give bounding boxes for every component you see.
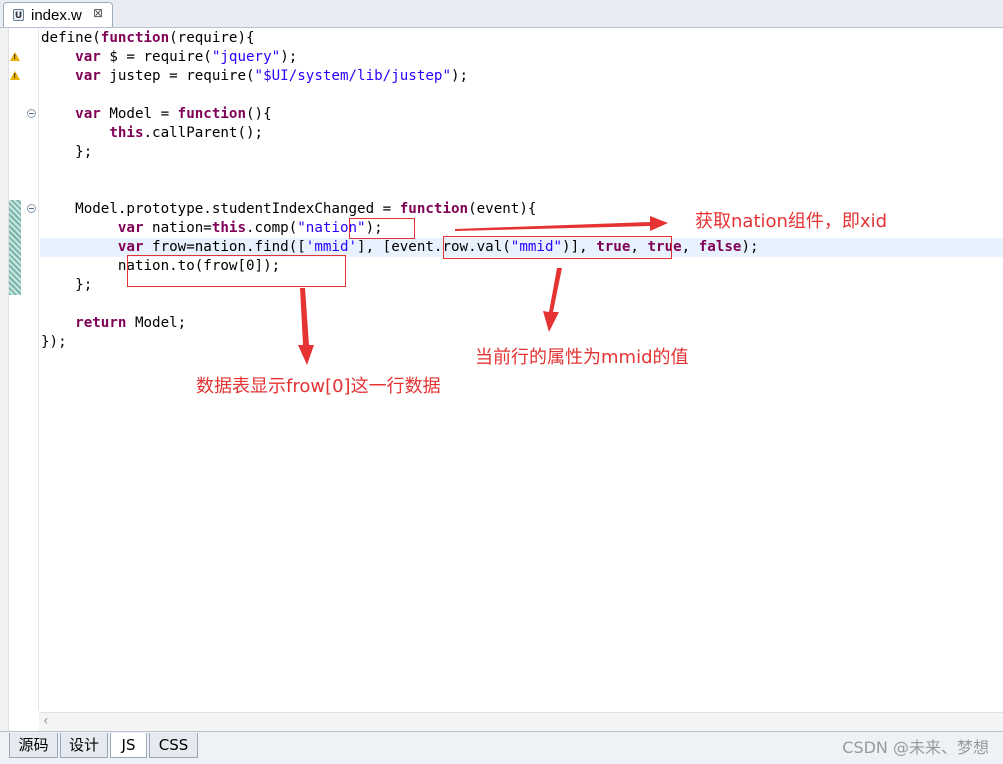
annotation-frow-note: 数据表显示frow[0]这一行数据 xyxy=(196,376,441,397)
annotation-nation-note: 获取nation组件，即xid xyxy=(695,211,887,232)
tab-design[interactable]: 设计 xyxy=(60,733,108,758)
watermark: CSDN @未来、梦想 xyxy=(842,738,989,757)
arrow-to-frow-note xyxy=(298,288,314,365)
scroll-left-icon[interactable]: ‹ xyxy=(43,713,49,729)
annotation-mmid-note: 当前行的属性为mmid的值 xyxy=(475,347,689,368)
annotation-arrows xyxy=(298,216,668,365)
arrow-to-mmid-note xyxy=(543,268,562,332)
horizontal-scrollbar[interactable]: ‹ xyxy=(39,712,1003,731)
tab-js[interactable]: JS xyxy=(110,733,147,758)
tab-css[interactable]: CSS xyxy=(149,733,198,758)
arrow-to-nation-note xyxy=(455,216,668,231)
tab-source[interactable]: 源码 xyxy=(9,733,58,758)
